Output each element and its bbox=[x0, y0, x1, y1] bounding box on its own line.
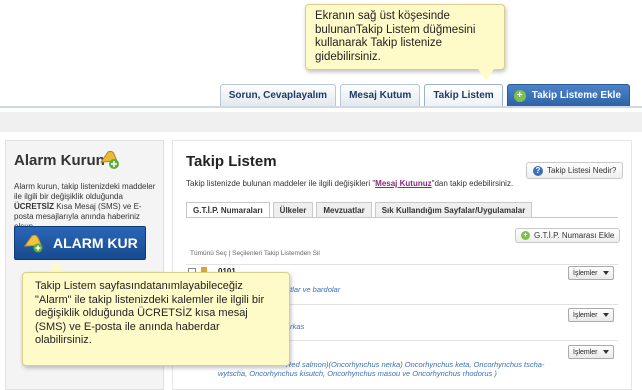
row-description-cont[interactable]: wytscha, Oncorhynchus kisutch, Oncorhync… bbox=[218, 369, 497, 378]
tabs-divider bbox=[0, 106, 642, 108]
tab-sorun-cevaplayalim[interactable]: Sorun, Cevaplayalım bbox=[219, 84, 337, 106]
actions-dropdown[interactable]: İşlemler bbox=[568, 345, 614, 359]
chevron-down-icon bbox=[603, 271, 609, 275]
chevron-down-icon bbox=[603, 350, 609, 354]
subtab-label: Ülkeler bbox=[279, 205, 307, 215]
actions-label: İşlemler bbox=[573, 311, 598, 319]
subtab-mevzuatlar[interactable]: Mevzuatlar bbox=[316, 202, 372, 217]
plus-circle-icon: + bbox=[521, 231, 530, 240]
desc-bold: ÜCRETSİZ bbox=[14, 202, 54, 211]
actions-dropdown[interactable]: İşlemler bbox=[568, 266, 614, 280]
tab-takip-listem[interactable]: Takip Listem bbox=[424, 84, 503, 106]
tooltip-bottom: Takip Listem sayfasındatanımlayabileceği… bbox=[22, 272, 290, 366]
top-tabs: Sorun, Cevaplayalım Mesaj Kutum Takip Li… bbox=[219, 84, 630, 106]
gray-band bbox=[0, 112, 642, 132]
subtab-divider bbox=[186, 217, 618, 218]
desc-text: Takip listenizde bulunan maddeler ile il… bbox=[186, 179, 376, 188]
add-gtip-button[interactable]: + G.T.İ.P. Numarası Ekle bbox=[515, 228, 621, 243]
alarm-title: Alarm Kurun bbox=[14, 152, 105, 169]
subtab-label: Mevzuatlar bbox=[323, 205, 365, 215]
bell-icon bbox=[23, 234, 43, 253]
tab-label: Sorun, Cevaplayalım bbox=[228, 90, 328, 101]
subtab-label: Sık Kullandığım Sayfalar/Uygulamalar bbox=[381, 205, 526, 215]
select-all-delete-links[interactable]: Tümünü Seç | Seçilenleri Takip Listemden… bbox=[190, 250, 320, 257]
sub-tabs: G.T.İ.P. Numaraları Ülkeler Mevzuatlar S… bbox=[186, 202, 533, 217]
actions-label: İşlemler bbox=[573, 348, 598, 356]
tab-label: Mesaj Kutum bbox=[349, 90, 412, 101]
alarm-kur-button[interactable]: ALARM KUR bbox=[14, 226, 146, 260]
bell-plus-icon bbox=[99, 150, 119, 169]
page-title: Takip Listem bbox=[186, 153, 277, 170]
subtab-sik-kullanilan[interactable]: Sık Kullandığım Sayfalar/Uygulamalar bbox=[374, 202, 533, 217]
tab-label: Takip Listeme Ekle bbox=[531, 90, 621, 101]
help-button[interactable]: ? Takip Listesi Nedir? bbox=[526, 162, 624, 179]
plus-circle-icon: + bbox=[513, 89, 526, 102]
info-icon: ? bbox=[533, 165, 543, 176]
add-gtip-label: G.T.İ.P. Numarası Ekle bbox=[534, 231, 615, 240]
watchlist-description: Takip listenizde bulunan maddeler ile il… bbox=[186, 179, 513, 188]
tab-label: Takip Listem bbox=[433, 90, 494, 101]
subtab-gtip[interactable]: G.T.İ.P. Numaraları bbox=[186, 202, 270, 217]
actions-dropdown[interactable]: İşlemler bbox=[568, 308, 614, 322]
desc-text: "dan takip edebilirsiniz. bbox=[431, 179, 514, 188]
alarm-description: Alarm kurun, takip listenizdeki maddeler… bbox=[14, 182, 160, 232]
desc-text: Alarm kurun, takip listenizdeki maddeler… bbox=[14, 182, 156, 201]
help-label: Takip Listesi Nedir? bbox=[547, 166, 617, 175]
alarm-button-label: ALARM KUR bbox=[53, 235, 138, 251]
row-description[interactable]: atlar ve bardolar bbox=[286, 285, 340, 294]
subtab-label: G.T.İ.P. Numaraları bbox=[193, 205, 263, 215]
row-description[interactable]: Red salmon)(Oncorhynchus nerka) Oncorhyn… bbox=[286, 360, 544, 369]
chevron-down-icon bbox=[603, 313, 609, 317]
tooltip-top-arrow bbox=[478, 69, 494, 81]
message-box-link[interactable]: Mesaj Kutunuz bbox=[375, 179, 431, 188]
subtab-ulkeler[interactable]: Ülkeler bbox=[272, 202, 314, 217]
tab-mesaj-kutum[interactable]: Mesaj Kutum bbox=[340, 84, 421, 106]
add-to-watchlist-button[interactable]: + Takip Listeme Ekle bbox=[506, 84, 630, 106]
actions-label: İşlemler bbox=[573, 269, 598, 277]
tooltip-top: Ekranın sağ üst köşesinde bulunanTakip L… bbox=[305, 4, 505, 70]
